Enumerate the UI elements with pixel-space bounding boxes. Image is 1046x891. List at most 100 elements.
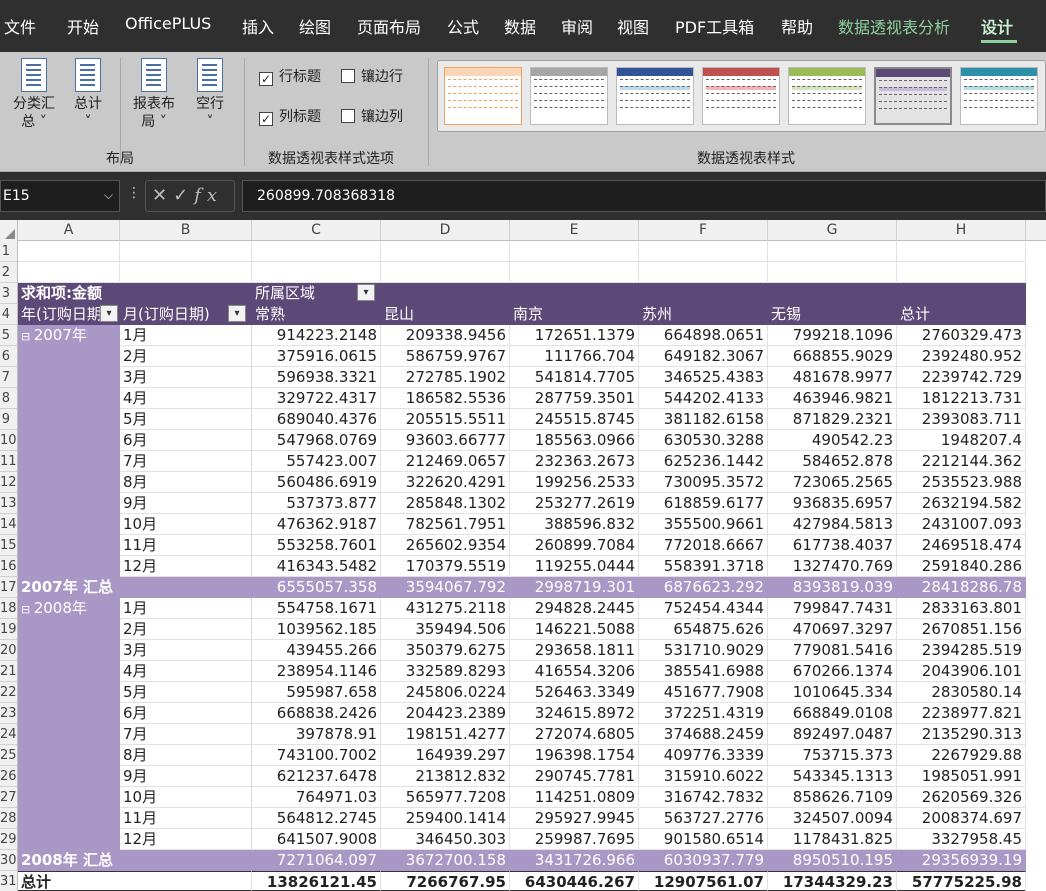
month-label[interactable]: 4月 <box>120 388 252 409</box>
value-cell[interactable]: 172651.1379 <box>510 325 639 346</box>
year-group-cell[interactable] <box>18 556 120 577</box>
value-cell[interactable]: 119255.0444 <box>510 556 639 577</box>
column-header-E[interactable]: E <box>510 220 639 241</box>
value-cell[interactable]: 198151.4277 <box>381 724 510 745</box>
value-cell[interactable]: 259987.7695 <box>510 829 639 850</box>
value-cell[interactable]: 416343.5482 <box>252 556 381 577</box>
value-cell[interactable]: 764971.03 <box>252 787 381 808</box>
value-cell[interactable]: 146221.5088 <box>510 619 639 640</box>
value-cell[interactable]: 272785.1902 <box>381 367 510 388</box>
value-cell[interactable]: 541814.7705 <box>510 367 639 388</box>
row-header[interactable]: 22 <box>0 682 18 703</box>
value-cell[interactable]: 625236.1442 <box>639 451 768 472</box>
value-cell[interactable]: 2535523.988 <box>897 472 1026 493</box>
value-cell[interactable]: 526463.3349 <box>510 682 639 703</box>
grand-total-value[interactable]: 57775225.98 <box>897 871 1026 891</box>
value-cell[interactable]: 641507.9008 <box>252 829 381 850</box>
empty-cell[interactable] <box>18 262 120 283</box>
value-cell[interactable]: 359494.506 <box>381 619 510 640</box>
value-cell[interactable]: 537373.877 <box>252 493 381 514</box>
row-header[interactable]: 23 <box>0 703 18 724</box>
value-cell[interactable]: 375916.0615 <box>252 346 381 367</box>
value-cell[interactable]: 1948207.4 <box>897 430 1026 451</box>
grand-total-value[interactable]: 6430446.267 <box>510 871 639 891</box>
value-cell[interactable]: 186582.5536 <box>381 388 510 409</box>
region-header[interactable]: 南京 <box>510 304 639 325</box>
value-cell[interactable]: 2469518.474 <box>897 535 1026 556</box>
row-header[interactable]: 27 <box>0 787 18 808</box>
menu-review[interactable]: 审阅 <box>561 14 593 38</box>
value-cell[interactable]: 584652.878 <box>768 451 897 472</box>
value-cell[interactable]: 564812.2745 <box>252 808 381 829</box>
menu-file[interactable]: 文件 <box>4 14 36 38</box>
year-group-cell[interactable] <box>18 388 120 409</box>
value-cell[interactable]: 285848.1302 <box>381 493 510 514</box>
value-cell[interactable]: 346525.4383 <box>639 367 768 388</box>
pivot-row-field-month[interactable]: 月(订购日期) ▾ <box>120 304 252 325</box>
value-cell[interactable]: 553258.7601 <box>252 535 381 556</box>
subtotal-value[interactable]: 29356939.19 <box>897 850 1026 871</box>
month-label[interactable]: 10月 <box>120 514 252 535</box>
month-label[interactable]: 7月 <box>120 451 252 472</box>
month-label[interactable]: 12月 <box>120 829 252 850</box>
insert-function-icon[interactable]: fx <box>194 185 223 206</box>
empty-cell[interactable] <box>381 241 510 262</box>
value-cell[interactable]: 287759.3501 <box>510 388 639 409</box>
empty-cell[interactable] <box>120 262 252 283</box>
empty-cell[interactable] <box>897 241 1026 262</box>
value-cell[interactable]: 901580.6514 <box>639 829 768 850</box>
value-cell[interactable]: 324507.0094 <box>768 808 897 829</box>
value-cell[interactable]: 253277.2619 <box>510 493 639 514</box>
value-cell[interactable]: 2135290.313 <box>897 724 1026 745</box>
value-cell[interactable]: 463946.9821 <box>768 388 897 409</box>
chevron-down-icon[interactable]: ⌵ <box>104 188 113 203</box>
empty-cell[interactable] <box>897 262 1026 283</box>
pivot-header-cell[interactable] <box>510 283 639 304</box>
value-cell[interactable]: 1812213.731 <box>897 388 1026 409</box>
empty-cell[interactable] <box>639 262 768 283</box>
value-cell[interactable]: 213812.832 <box>381 766 510 787</box>
value-cell[interactable]: 381182.6158 <box>639 409 768 430</box>
row-header[interactable]: 13 <box>0 493 18 514</box>
value-cell[interactable]: 427984.5813 <box>768 514 897 535</box>
row-header[interactable]: 5 <box>0 325 18 346</box>
grand-total-value[interactable]: 17344329.23 <box>768 871 897 891</box>
pivot-style-orange[interactable] <box>444 67 522 125</box>
row-header[interactable]: 25 <box>0 745 18 766</box>
year-group-cell[interactable] <box>18 535 120 556</box>
value-cell[interactable]: 93603.66777 <box>381 430 510 451</box>
value-cell[interactable]: 2670851.156 <box>897 619 1026 640</box>
value-cell[interactable]: 558391.3718 <box>639 556 768 577</box>
value-cell[interactable]: 2394285.519 <box>897 640 1026 661</box>
month-label[interactable]: 6月 <box>120 703 252 724</box>
row-header[interactable]: 6 <box>0 346 18 367</box>
row-header[interactable]: 2 <box>0 262 18 283</box>
value-cell[interactable]: 238954.1146 <box>252 661 381 682</box>
year-group-cell[interactable] <box>18 346 120 367</box>
value-cell[interactable]: 779081.5416 <box>768 640 897 661</box>
value-cell[interactable]: 470697.3297 <box>768 619 897 640</box>
value-cell[interactable]: 595987.658 <box>252 682 381 703</box>
subtotal-value[interactable]: 8393819.039 <box>768 577 897 598</box>
value-cell[interactable]: 245515.8745 <box>510 409 639 430</box>
column-header-D[interactable]: D <box>381 220 510 241</box>
collapse-icon[interactable]: ⊟ <box>21 330 34 343</box>
name-box[interactable]: E15 ⌵ <box>0 180 120 212</box>
grand-total-value[interactable]: 13826121.45 <box>252 871 381 891</box>
value-cell[interactable]: 664898.0651 <box>639 325 768 346</box>
month-label[interactable]: 6月 <box>120 430 252 451</box>
column-header-F[interactable]: F <box>639 220 768 241</box>
value-cell[interactable]: 630530.3288 <box>639 430 768 451</box>
month-label[interactable]: 2月 <box>120 346 252 367</box>
month-label[interactable]: 2月 <box>120 619 252 640</box>
menu-home[interactable]: 开始 <box>67 14 99 38</box>
month-label[interactable]: 1月 <box>120 598 252 619</box>
value-cell[interactable]: 1010645.334 <box>768 682 897 703</box>
empty-cell[interactable] <box>768 262 897 283</box>
value-cell[interactable]: 2620569.326 <box>897 787 1026 808</box>
value-cell[interactable]: 617738.4037 <box>768 535 897 556</box>
value-cell[interactable]: 723065.2565 <box>768 472 897 493</box>
year-filter-icon[interactable]: ▾ <box>100 305 118 322</box>
grand-total-value[interactable]: 12907561.07 <box>639 871 768 891</box>
value-cell[interactable]: 2392480.952 <box>897 346 1026 367</box>
